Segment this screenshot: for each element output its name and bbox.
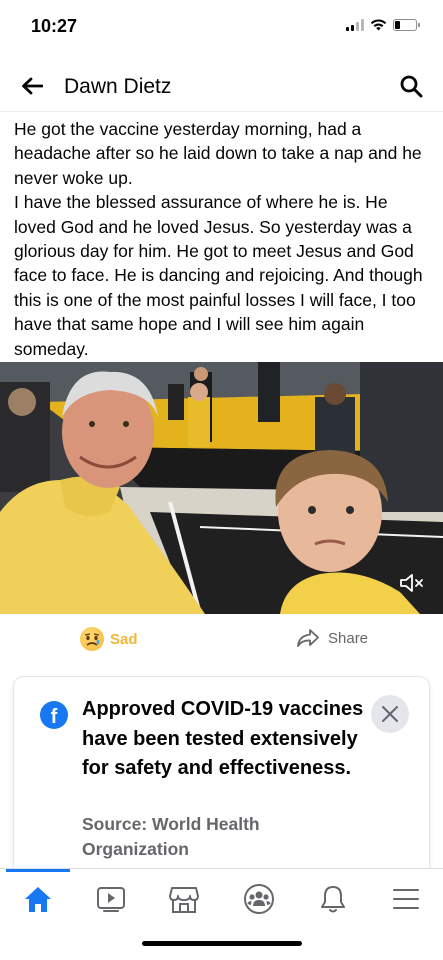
mute-button[interactable] (399, 572, 425, 594)
status-bar: 10:27 (0, 0, 443, 56)
post-text: He got the vaccine yesterday morning, ha… (14, 117, 434, 361)
notifications-icon (321, 886, 345, 913)
tab-notifications[interactable] (313, 879, 353, 919)
watch-icon (97, 887, 125, 912)
close-button[interactable] (371, 695, 409, 733)
sad-reaction-label: Sad (110, 630, 138, 648)
post-paragraph: I have the blessed assurance of where he… (14, 192, 423, 359)
facebook-icon: f (40, 701, 68, 729)
share-arrow-icon (297, 629, 319, 647)
info-card-heading: Approved COVID-19 vaccines have been tes… (82, 698, 364, 779)
groups-icon (244, 884, 274, 914)
covid-info-card: f Approved COVID-19 vaccines have been t… (14, 677, 429, 877)
photo-scene (0, 362, 443, 614)
tab-menu[interactable] (386, 879, 426, 919)
bottom-tab-bar (0, 868, 443, 930)
reaction-bar: Sad Share (0, 614, 443, 666)
speaker-muted-icon (400, 574, 423, 592)
close-icon (382, 706, 398, 722)
share-button[interactable]: Share (296, 628, 368, 648)
marketplace-icon (169, 887, 199, 913)
wifi-icon (370, 19, 387, 31)
home-icon (25, 887, 51, 912)
page-title: Dawn Dietz (64, 75, 172, 98)
tab-watch[interactable] (91, 879, 131, 919)
tab-groups[interactable] (239, 879, 279, 919)
tab-marketplace[interactable] (164, 879, 204, 919)
tab-home[interactable] (18, 879, 58, 919)
search-icon (400, 75, 423, 98)
battery-icon (393, 19, 420, 31)
share-label: Share (328, 629, 369, 647)
status-icons (346, 19, 420, 31)
back-button[interactable] (18, 72, 46, 100)
sad-emoji-icon (80, 627, 104, 651)
active-tab-indicator (6, 869, 70, 872)
post-photo[interactable] (0, 362, 443, 614)
home-indicator (142, 941, 302, 946)
post-paragraph: He got the vaccine yesterday morning, ha… (14, 119, 422, 188)
status-time: 10:27 (31, 16, 78, 36)
sad-reaction-button[interactable]: Sad (80, 627, 138, 651)
profile-header: Dawn Dietz (0, 60, 443, 112)
cellular-signal-icon (346, 19, 364, 31)
arrow-left-icon (22, 77, 43, 95)
menu-icon (393, 889, 419, 909)
info-card-source[interactable]: Source: World Health Organization (82, 812, 342, 861)
search-button[interactable] (397, 72, 425, 100)
